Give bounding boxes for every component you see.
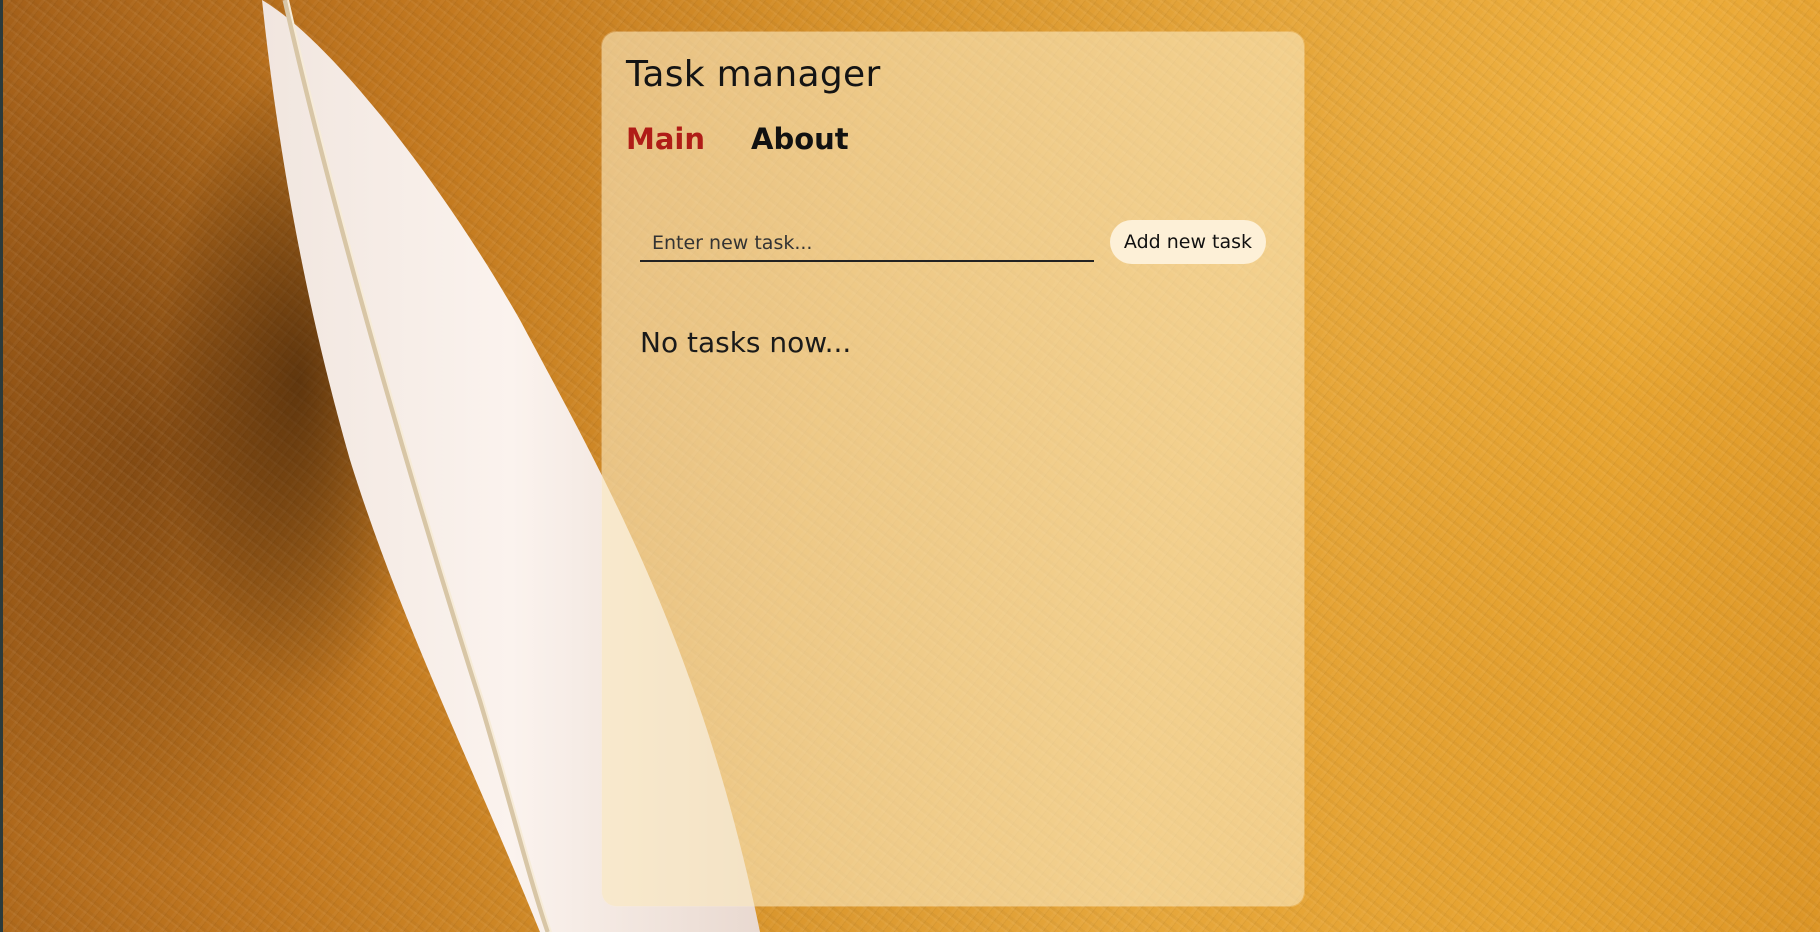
nav-item-about[interactable]: About: [751, 122, 849, 156]
empty-task-list-message: No tasks now...: [640, 326, 852, 359]
window-edge: [0, 0, 3, 932]
add-task-button[interactable]: Add new task: [1110, 220, 1266, 264]
task-manager-panel: Task manager Main About Add new task No …: [602, 32, 1304, 906]
new-task-input[interactable]: [640, 226, 1094, 262]
page-title: Task manager: [626, 54, 881, 95]
nav-item-main[interactable]: Main: [626, 122, 705, 156]
main-nav: Main About: [626, 122, 849, 156]
